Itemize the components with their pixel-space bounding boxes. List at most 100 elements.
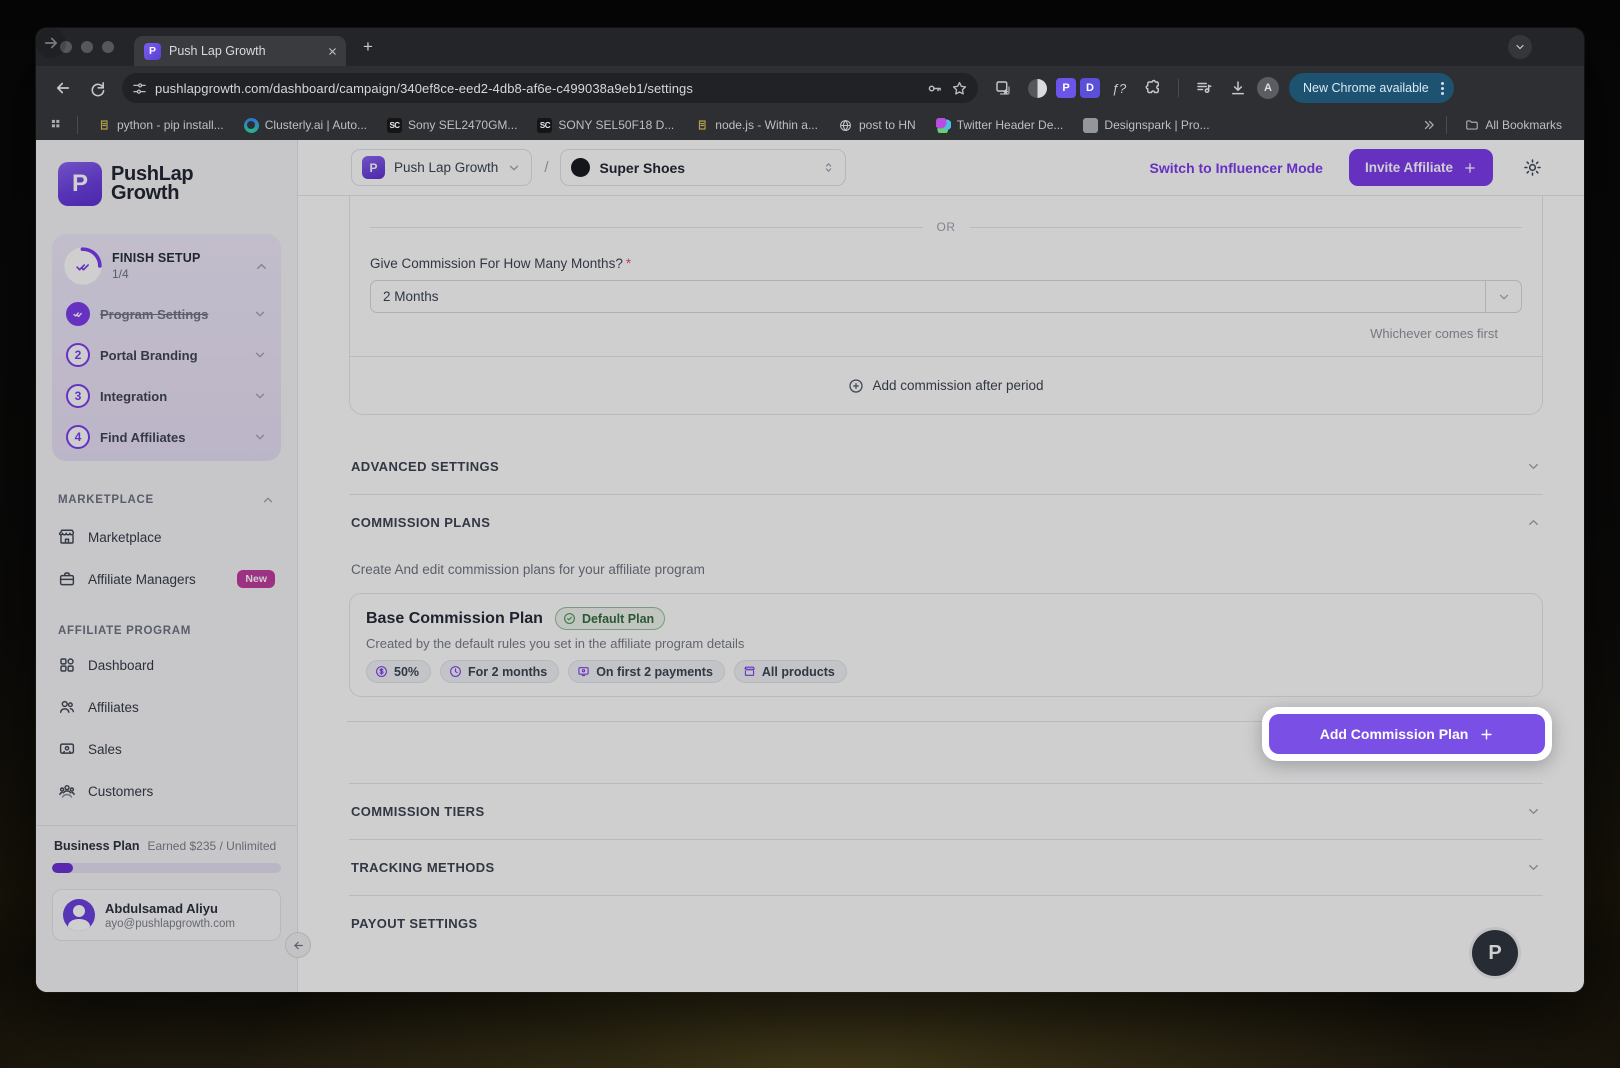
invite-affiliate-button[interactable]: Invite Affiliate [1349, 149, 1493, 186]
add-commission-plan-button[interactable]: Add Commission Plan [1269, 714, 1545, 754]
save-to-collection-icon[interactable] [988, 73, 1018, 103]
password-manager-icon[interactable] [926, 80, 943, 97]
finish-setup-card: FINISH SETUP 1/4 Program Settings 2 [52, 234, 281, 461]
bookmark-star-icon[interactable] [951, 80, 968, 97]
browser-menu-icon[interactable] [1437, 82, 1448, 95]
extension-pushlap-icon[interactable]: P [1056, 78, 1076, 98]
dashboard-grid-icon [58, 656, 76, 674]
advanced-settings-section[interactable]: ADVANCED SETTINGS [349, 439, 1543, 494]
commission-tiers-section[interactable]: COMMISSION TIERS [349, 783, 1543, 839]
program-select-icon: P [362, 156, 385, 179]
settings-scroll-area[interactable]: OR Give Commission For How Many Months?*… [298, 196, 1584, 992]
bookmark-item[interactable]: SC Sony SEL2470GM... [379, 113, 525, 137]
bookmark-item[interactable]: Twitter Header De... [928, 113, 1072, 137]
reload-button[interactable] [82, 73, 112, 103]
sidebar-item-dashboard[interactable]: Dashboard [52, 645, 281, 685]
bookmarks-overflow-icon[interactable] [1422, 118, 1436, 132]
switch-influencer-mode-link[interactable]: Switch to Influencer Mode [1150, 160, 1323, 176]
select-updown-icon [822, 161, 835, 174]
plan-name: Business Plan [54, 839, 139, 853]
bookmark-item[interactable]: Designspark | Pro... [1075, 113, 1217, 137]
bookmark-label: Designspark | Pro... [1104, 118, 1209, 132]
sidebar-item-affiliates[interactable]: Affiliates [52, 687, 281, 727]
tab-search-button[interactable] [1508, 35, 1532, 59]
chevron-down-icon[interactable] [253, 389, 267, 403]
add-commission-plan-label: Add Commission Plan [1320, 726, 1469, 742]
url-bar[interactable]: pushlapgrowth.com/dashboard/campaign/340… [122, 73, 978, 103]
bookmark-item[interactable]: node.js - Within a... [686, 113, 826, 137]
chevron-up-icon[interactable] [254, 259, 269, 274]
commission-plans-description: Create And edit commission plans for you… [351, 562, 1541, 577]
tag-label: All products [762, 665, 835, 679]
chevron-down-icon[interactable] [253, 307, 267, 321]
extension-d-icon[interactable]: D [1080, 78, 1100, 98]
bookmark-item[interactable]: SC SONY SEL50F18 D... [529, 113, 682, 137]
window-close-button[interactable] [60, 41, 72, 53]
invite-affiliate-label: Invite Affiliate [1365, 160, 1453, 175]
setup-step-integration[interactable]: 3 Integration [64, 384, 269, 408]
setup-step-program-settings[interactable]: Program Settings [64, 302, 269, 326]
app-logo[interactable]: P PushLapGrowth [58, 162, 275, 206]
sidebar-item-customers[interactable]: Customers [52, 771, 281, 811]
sidebar-item-label: Marketplace [88, 530, 162, 545]
chevron-up-icon[interactable] [261, 493, 275, 507]
browser-tab[interactable]: P Push Lap Growth [134, 36, 346, 66]
campaign-select[interactable]: Super Shoes [560, 149, 846, 186]
step-number: 3 [66, 384, 90, 408]
bookmark-label: python - pip install... [117, 118, 224, 132]
site-settings-icon[interactable] [132, 81, 147, 96]
url-text: pushlapgrowth.com/dashboard/campaign/340… [155, 81, 918, 96]
chevron-down-icon [507, 161, 521, 175]
setup-step-find-affiliates[interactable]: 4 Find Affiliates [64, 425, 269, 449]
window-zoom-button[interactable] [102, 41, 114, 53]
plan-card-description: Created by the default rules you set in … [366, 636, 1526, 651]
media-controls-icon[interactable] [1189, 73, 1219, 103]
sidebar-collapse-button[interactable] [285, 932, 311, 958]
page-header: P Push Lap Growth / Super Shoes Switch t… [298, 140, 1584, 196]
plan-progress-bar [52, 863, 281, 873]
new-badge: New [237, 570, 275, 588]
double-check-icon [68, 251, 98, 281]
chevron-down-icon[interactable] [253, 348, 267, 362]
downloads-icon[interactable] [1223, 73, 1253, 103]
bookmark-item[interactable]: python - pip install... [88, 113, 232, 137]
sidebar-item-affiliate-managers[interactable]: Affiliate Managers New [52, 559, 281, 599]
sidebar-item-marketplace[interactable]: Marketplace [52, 517, 281, 557]
extension-notion-icon[interactable] [1022, 73, 1052, 103]
add-commission-after-period-button[interactable]: Add commission after period [370, 357, 1522, 414]
step-check-icon [66, 302, 90, 326]
all-bookmarks-button[interactable]: All Bookmarks [1457, 113, 1570, 137]
new-tab-button[interactable]: + [354, 33, 382, 61]
commission-plans-section[interactable]: COMMISSION PLANS [349, 495, 1543, 550]
apps-grid-icon[interactable] [50, 118, 65, 133]
step-label: Find Affiliates [100, 430, 243, 445]
tracking-methods-section[interactable]: TRACKING METHODS [349, 839, 1543, 895]
sidebar-item-sales[interactable]: Sales [52, 729, 281, 769]
finish-setup-header[interactable]: FINISH SETUP 1/4 [64, 247, 269, 285]
tab-close-icon[interactable] [327, 46, 338, 57]
theme-toggle-sun-icon[interactable] [1523, 158, 1542, 177]
back-button[interactable] [48, 73, 78, 103]
default-plan-badge-label: Default Plan [582, 612, 654, 626]
chevron-down-icon[interactable] [253, 430, 267, 444]
extensions-puzzle-icon[interactable] [1138, 73, 1168, 103]
chrome-update-button[interactable]: New Chrome available [1289, 73, 1454, 103]
extension-fn-icon[interactable]: ƒ? [1104, 73, 1134, 103]
sidebar-item-label: Affiliates [88, 700, 139, 715]
bookmark-item[interactable]: Clusterly.ai | Auto... [236, 113, 375, 137]
bookmark-item[interactable]: post to HN [830, 113, 924, 137]
step-number: 2 [66, 343, 90, 367]
or-divider: OR [370, 196, 1522, 234]
months-select[interactable]: 2 Months [370, 280, 1522, 313]
setup-step-portal-branding[interactable]: 2 Portal Branding [64, 343, 269, 367]
program-select[interactable]: P Push Lap Growth [351, 149, 532, 186]
profile-avatar[interactable]: A [1257, 77, 1279, 99]
chat-widget-button[interactable]: P [1472, 930, 1518, 976]
user-card[interactable]: Abdulsamad Aliyu ayo@pushlapgrowth.com [52, 889, 281, 941]
payout-settings-section[interactable]: PAYOUT SETTINGS [349, 895, 1543, 951]
window-minimize-button[interactable] [81, 41, 93, 53]
user-email: ayo@pushlapgrowth.com [105, 918, 235, 930]
section-title: PAYOUT SETTINGS [351, 916, 1541, 931]
marketplace-section-header[interactable]: MARKETPLACE [58, 493, 275, 507]
tag-label: For 2 months [468, 665, 547, 679]
